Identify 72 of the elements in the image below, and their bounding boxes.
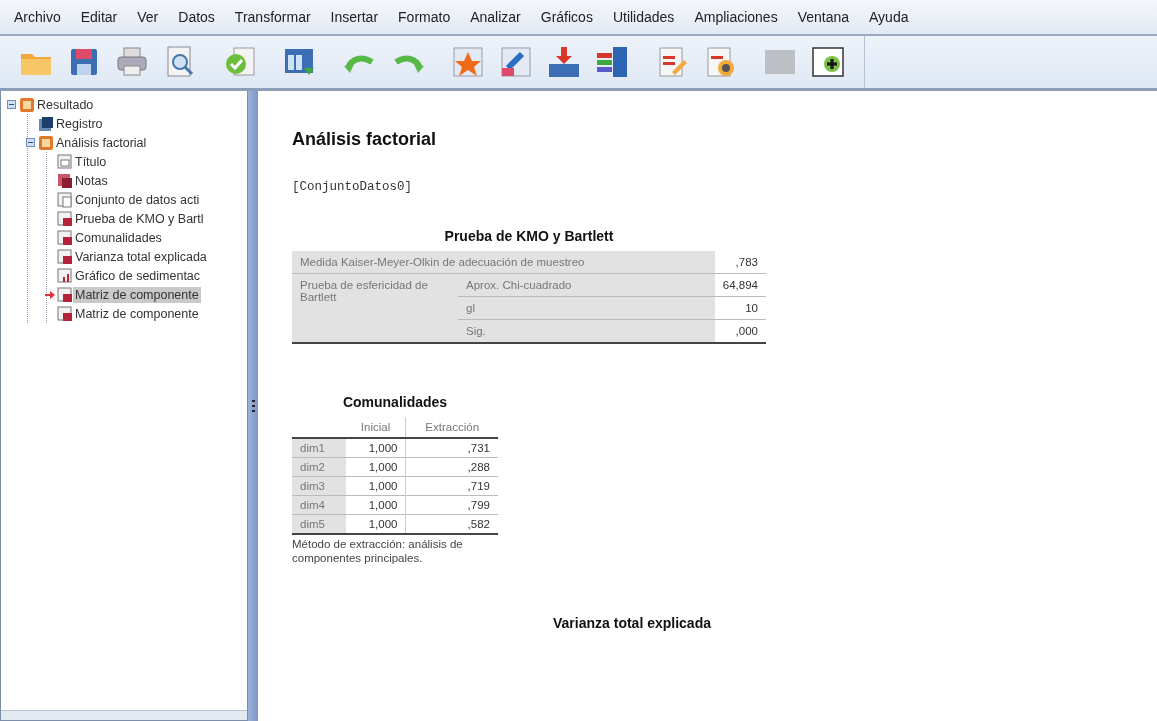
menu-item[interactable]: Transformar (224, 9, 321, 25)
notes-icon (57, 172, 73, 189)
table-title: Prueba de KMO y Bartlett (443, 228, 615, 244)
table-cell: ,288 (405, 457, 498, 477)
table-title: Comunalidades (341, 394, 449, 410)
table-icon (57, 210, 73, 227)
outline-item[interactable]: Gráfico de sedimentac (73, 267, 203, 284)
menu-item[interactable]: Datos (168, 9, 225, 25)
output-title: Análisis factorial (292, 129, 438, 150)
collapse-icon[interactable] (7, 100, 16, 109)
table-row-label: dim2 (292, 457, 346, 477)
table-icon (57, 286, 73, 303)
menu-item[interactable]: Ayuda (859, 9, 919, 25)
outline-item[interactable]: Título (73, 153, 109, 170)
menu-item[interactable]: Insertar (320, 9, 389, 25)
table-row-label: Sig. (458, 319, 715, 343)
log-icon (38, 115, 54, 132)
table-cell: 1,000 (345, 476, 406, 496)
scroll-bar[interactable] (1, 710, 247, 720)
menu-item[interactable]: Ampliaciones (684, 9, 788, 25)
menu-item[interactable]: Formato (388, 9, 461, 25)
table-row-label: Prueba de esfericidad de Bartlett (292, 273, 458, 343)
table-cell: 10 (714, 296, 766, 320)
table-row-label: dim5 (292, 514, 346, 534)
heading-icon (57, 153, 73, 170)
table-title: Varianza total explicada (552, 615, 712, 631)
table-cell: ,731 (405, 438, 498, 458)
outline-item[interactable]: Matriz de componente (73, 305, 201, 322)
table-icon (57, 229, 73, 246)
outline-item[interactable]: Resultado (35, 96, 96, 113)
table-row-label: dim4 (292, 495, 346, 515)
collapse-icon[interactable] (26, 138, 35, 147)
outline-item[interactable]: Análisis factorial (54, 134, 149, 151)
table-row-label: dim1 (292, 438, 346, 458)
table-cell: ,783 (714, 251, 766, 274)
menu-item[interactable]: Utilidades (602, 9, 685, 25)
outline-item[interactable]: Notas (73, 172, 110, 189)
table-row-label: Medida Kaiser-Meyer-Olkin de adecuación de muestreo (292, 251, 715, 274)
menu-item[interactable]: Ventana (787, 9, 860, 25)
menu-item[interactable]: Archivo (4, 9, 71, 25)
table-icon (57, 248, 73, 265)
outline-item[interactable]: Conjunto de datos acti (73, 191, 202, 208)
chart-icon (57, 267, 73, 284)
table-cell: ,719 (405, 476, 498, 496)
column-header: Inicial (345, 417, 406, 438)
column-header: Extracción (405, 417, 498, 438)
grip-icon[interactable] (251, 400, 255, 412)
table-row-label: Aprox. Chi-cuadrado (458, 273, 715, 297)
table-cell: ,799 (405, 495, 498, 515)
outline-item[interactable]: Matriz de componente (73, 286, 201, 303)
menu-item[interactable]: Ver (127, 9, 169, 25)
document-icon (57, 191, 73, 208)
table-cell: 64,894 (714, 273, 766, 297)
outline-item[interactable]: Registro (54, 115, 105, 132)
table-cell: 1,000 (345, 457, 406, 477)
outline-item[interactable]: Prueba de KMO y Bartl (73, 210, 206, 227)
menu-item[interactable]: Gráficos (530, 9, 603, 25)
dataset-label: [ConjuntoDatos0] (292, 180, 414, 194)
table-cell: 1,000 (345, 495, 406, 515)
table-row-label: gl (458, 296, 715, 320)
book-icon (19, 96, 35, 113)
outline-item[interactable]: Varianza total explicada (73, 248, 209, 265)
book-icon (38, 134, 54, 151)
footnote: Método de extracción: análisis de componentes principales. (292, 537, 464, 565)
table-icon (57, 305, 73, 322)
table-cell: ,582 (405, 514, 498, 534)
table-cell: ,000 (714, 319, 766, 343)
table-cell: 1,000 (345, 514, 406, 534)
table-row-label: dim3 (292, 476, 346, 496)
menu-item[interactable]: Analizar (460, 9, 531, 25)
outline-item[interactable]: Comunalidades (73, 229, 164, 246)
menu-item[interactable]: Editar (70, 9, 128, 25)
